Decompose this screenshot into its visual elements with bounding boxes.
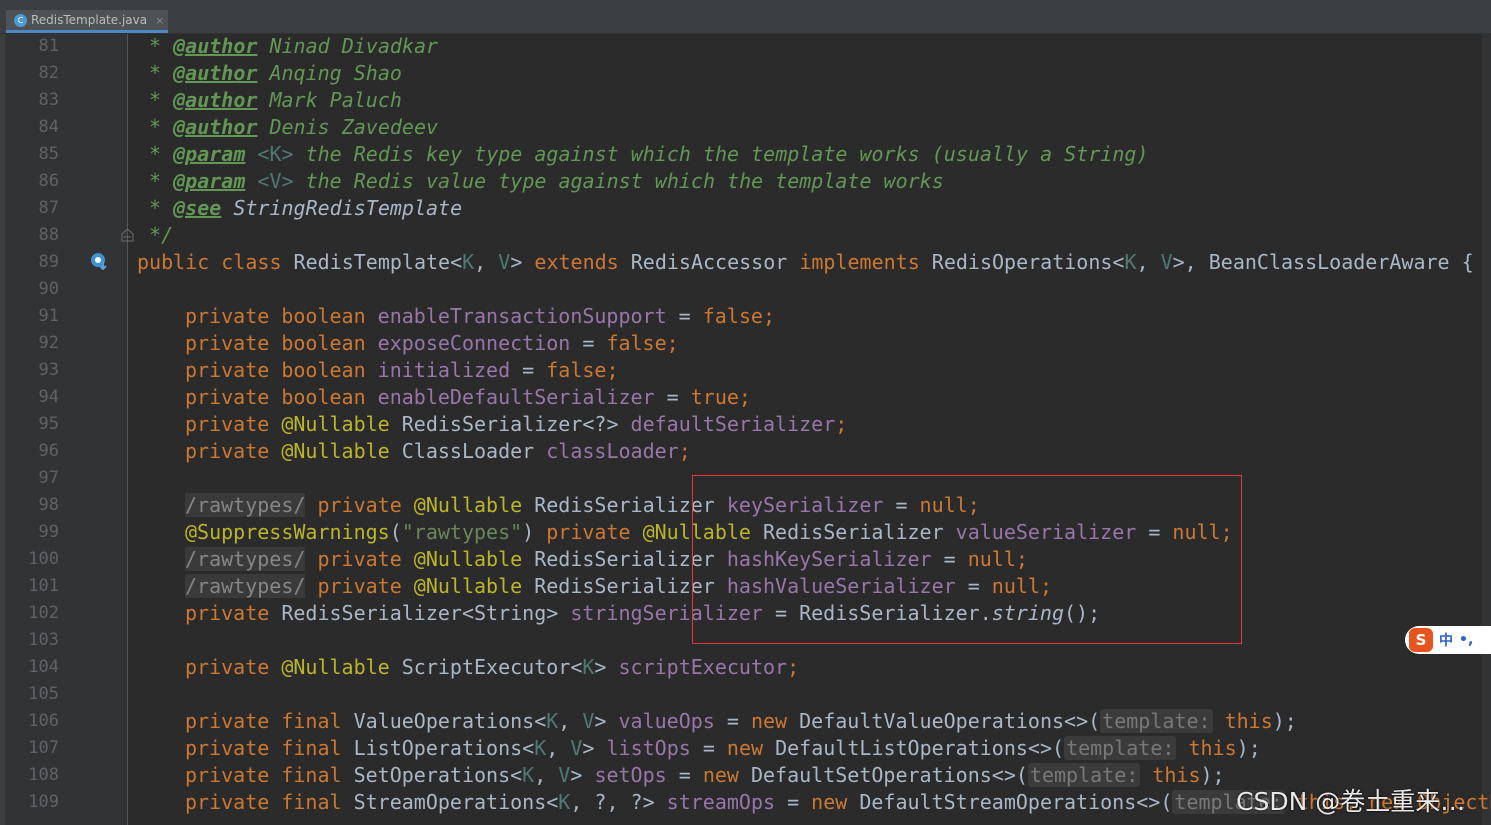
sogou-logo-icon[interactable]: S [1409, 628, 1433, 652]
highlight-box [692, 475, 1242, 644]
line-number: 97 [38, 468, 59, 488]
line-number: 83 [38, 90, 59, 110]
param-hint: template: [1027, 763, 1141, 787]
line-number: 92 [38, 333, 59, 353]
line-number: 94 [38, 387, 59, 407]
line-number: 100 [28, 549, 59, 569]
line-number: 86 [38, 171, 59, 191]
code-line-106: private final ValueOperations<K, V> valu… [185, 709, 1297, 733]
code-line-87: * @see StringRedisTemplate [137, 196, 463, 220]
line-number: 82 [38, 63, 59, 83]
line-number: 89 [38, 252, 59, 272]
tab-redistemplate-java[interactable]: C RedisTemplate.java × [6, 10, 168, 33]
line-number: 85 [38, 144, 59, 164]
line-number: 81 [38, 36, 59, 56]
line-number: 93 [38, 360, 59, 380]
close-tab-icon[interactable]: × [155, 14, 164, 27]
ime-language-toggle[interactable]: 中 [1439, 630, 1453, 650]
right-scroll-strip[interactable] [1482, 34, 1491, 825]
fold-icon[interactable] [121, 228, 134, 242]
line-number: 101 [28, 576, 59, 596]
line-number: 106 [28, 711, 59, 731]
code-line-82: * @author Anqing Shao [137, 61, 402, 85]
code-line-84: * @author Denis Zavedeev [137, 115, 439, 139]
csdn-watermark: CSDN @卷土重来… [1236, 787, 1466, 816]
line-number: 104 [28, 657, 59, 677]
line-number: 107 [28, 738, 59, 758]
line-number: 91 [38, 306, 59, 326]
code-line-94: private boolean enableDefaultSerializer … [185, 385, 751, 409]
line-number: 95 [38, 414, 59, 434]
param-hint: template: [1064, 736, 1177, 760]
java-class-icon: C [14, 13, 27, 27]
ime-toolbar[interactable]: S 中 •, [1405, 626, 1491, 654]
line-number: 102 [28, 603, 59, 623]
line-number: 98 [38, 495, 59, 515]
ime-punctuation-toggle[interactable]: •, [1459, 632, 1473, 648]
code-line-89: public class RedisTemplate<K, V> extends… [137, 250, 1474, 274]
code-line-107: private final ListOperations<K, V> listO… [185, 736, 1261, 760]
tab-label: RedisTemplate.java [31, 13, 148, 27]
line-number: 88 [38, 225, 59, 245]
line-number: 90 [38, 279, 59, 299]
gutter-divider [127, 34, 128, 825]
line-number: 103 [28, 630, 59, 650]
line-number: 96 [38, 441, 59, 461]
code-line-108: private final SetOperations<K, V> setOps… [185, 763, 1225, 787]
code-line-85: * @param <K> the Redis key type against … [137, 142, 1149, 166]
line-number: 84 [38, 117, 59, 137]
line-number: 108 [28, 765, 59, 785]
code-line-96: private @Nullable ClassLoader classLoade… [185, 439, 691, 463]
code-line-88: */ [137, 223, 174, 247]
code-line-91: private boolean enableTransactionSupport… [185, 304, 776, 328]
param-hint: template: [1100, 709, 1213, 733]
code-line-104: private @Nullable ScriptExecutor<K> scri… [185, 655, 800, 679]
code-line-92: private boolean exposeConnection = false… [185, 331, 679, 355]
code-line-93: private boolean initialized = false; [185, 358, 619, 382]
line-number: 109 [28, 792, 59, 812]
code-line-83: * @author Mark Paluch [137, 88, 402, 112]
code-line-95: private @Nullable RedisSerializer<?> def… [185, 412, 848, 436]
line-number: 99 [38, 522, 59, 542]
editor-tab-bar: C RedisTemplate.java × [0, 10, 1491, 34]
line-number: 105 [28, 684, 59, 704]
code-line-86: * @param <V> the Redis value type agains… [137, 169, 944, 193]
implementation-marker-icon[interactable] [90, 252, 108, 270]
code-line-81: * @author Ninad Divadkar [137, 34, 439, 58]
line-number: 87 [38, 198, 59, 218]
top-toolbar-strip [0, 0, 1491, 10]
